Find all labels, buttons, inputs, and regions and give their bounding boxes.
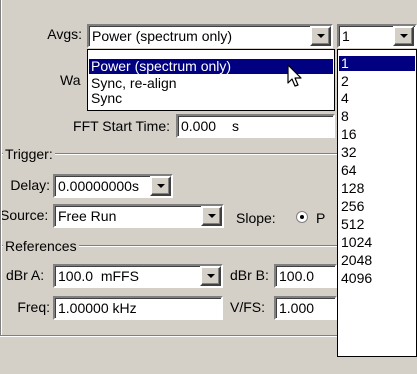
avgs-count-option[interactable]: 4	[339, 91, 415, 106]
avgs-count-option[interactable]: 4096	[339, 271, 415, 286]
dbrb-value: 100.0	[279, 268, 315, 284]
avgs-count-option[interactable]: 512	[339, 217, 415, 232]
freq-value: 1.00000 kHz	[58, 300, 137, 316]
dbra-dropdown-button[interactable]	[200, 266, 221, 286]
avgs-count-option[interactable]: 256	[339, 199, 415, 214]
source-combobox[interactable]: Free Run	[53, 204, 224, 228]
references-group-title: References	[3, 238, 79, 254]
source-value: Free Run	[58, 208, 117, 224]
panel-left-edge	[0, 0, 2, 335]
avgs-count-option[interactable]: 1024	[339, 235, 415, 250]
avgs-count-option[interactable]: 64	[339, 163, 415, 178]
slope-label: Slope:	[236, 210, 276, 226]
dbra-value: 100.0 mFFS	[58, 268, 139, 284]
fft-start-time-field[interactable]: 0.000 s	[176, 114, 335, 138]
dbra-combobox[interactable]: 100.0 mFFS	[53, 264, 223, 288]
avgs-mode-dropdown-button[interactable]	[310, 26, 331, 46]
delay-value: 0.00000000s	[58, 178, 139, 194]
avgs-count-value: 1	[342, 28, 350, 44]
vfs-value: 1.000	[279, 300, 315, 316]
dbrb-label: dBr B:	[230, 267, 269, 283]
fft-start-time-value: 0.000	[181, 118, 217, 134]
slope-positive-label: P	[316, 210, 326, 226]
dbrb-field[interactable]: 100.0	[274, 264, 337, 288]
vfs-field[interactable]: 1.000	[274, 296, 337, 320]
avgs-count-option[interactable]: 1	[339, 56, 415, 71]
avgs-count-option[interactable]: 32	[339, 145, 415, 160]
fft-start-time-label: FFT Start Time:	[73, 118, 170, 134]
delay-dropdown-button[interactable]	[150, 176, 171, 196]
source-label: Source:	[0, 207, 49, 223]
avgs-mode-combobox[interactable]: Power (spectrum only)	[87, 24, 333, 48]
avgs-label: Avgs:	[47, 26, 82, 42]
avgs-count-dropdown-button[interactable]	[393, 26, 414, 46]
vfs-label: V/FS:	[230, 299, 266, 315]
trigger-group-title: Trigger:	[3, 146, 55, 162]
delay-label: Delay:	[10, 177, 50, 193]
avgs-count-dropdown-list: 1 2 4 8 16 32 64 128 256 512 1024 2048 4…	[337, 49, 417, 357]
freq-field[interactable]: 1.00000 kHz	[53, 296, 223, 320]
avgs-mode-value: Power (spectrum only)	[92, 28, 233, 44]
avgs-count-option[interactable]: 2048	[339, 253, 415, 268]
source-dropdown-button[interactable]	[201, 206, 222, 226]
dbra-label: dBr A:	[6, 267, 45, 283]
avgs-count-option[interactable]: 2	[339, 74, 415, 89]
avgs-count-option[interactable]: 128	[339, 181, 415, 196]
fft-start-time-unit: s	[231, 118, 239, 134]
avgs-mode-option[interactable]: Sync	[89, 91, 333, 106]
avgs-count-option[interactable]: 8	[339, 109, 415, 124]
slope-positive-radio[interactable]	[296, 211, 308, 223]
mouse-pointer-icon	[287, 64, 302, 87]
avgs-count-option[interactable]: 16	[339, 127, 415, 142]
window-label: Wa	[60, 72, 81, 88]
freq-label: Freq:	[17, 299, 50, 315]
